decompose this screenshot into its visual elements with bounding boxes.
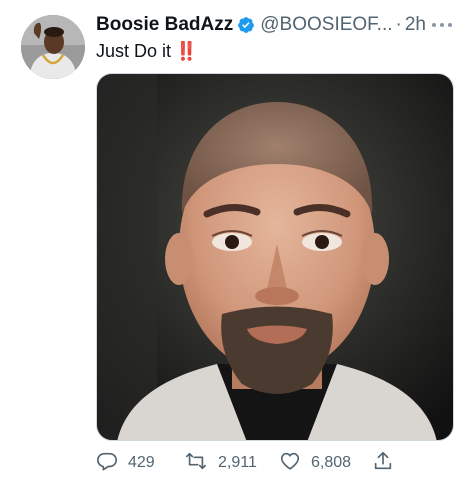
display-name[interactable]: Boosie BadAzz — [96, 13, 233, 37]
reply-count: 429 — [128, 454, 155, 471]
avatar[interactable] — [21, 15, 85, 79]
timestamp[interactable]: 2h — [405, 13, 426, 37]
reply-icon — [96, 450, 118, 477]
user-handle[interactable]: @BOOSIEOF... — [260, 13, 392, 37]
tweet-card[interactable]: Boosie BadAzz @BOOSIEOF... · 2h Just Do … — [0, 0, 474, 490]
share-icon — [372, 450, 394, 477]
retweet-button[interactable]: 2,911 — [184, 449, 257, 477]
separator-dot: · — [395, 14, 402, 35]
tweet-photo[interactable] — [96, 73, 454, 441]
more-options-icon[interactable] — [430, 13, 454, 37]
heart-icon — [279, 450, 301, 477]
double-exclamation-emoji: ‼️ — [175, 41, 197, 61]
tweet-text: Just Do it ‼️ — [96, 39, 197, 63]
verified-badge-icon — [237, 16, 255, 34]
share-button[interactable] — [372, 449, 394, 477]
tweet-header: Boosie BadAzz @BOOSIEOF... · 2h — [96, 13, 454, 37]
tweet-text-body: Just Do it — [96, 41, 172, 61]
like-button[interactable]: 6,808 — [279, 449, 351, 477]
tweet-actions: 429 2,911 6,808 — [96, 449, 456, 477]
retweet-count: 2,911 — [218, 454, 257, 471]
like-count: 6,808 — [311, 454, 352, 471]
reply-button[interactable]: 429 — [96, 449, 155, 477]
retweet-icon — [184, 450, 208, 477]
